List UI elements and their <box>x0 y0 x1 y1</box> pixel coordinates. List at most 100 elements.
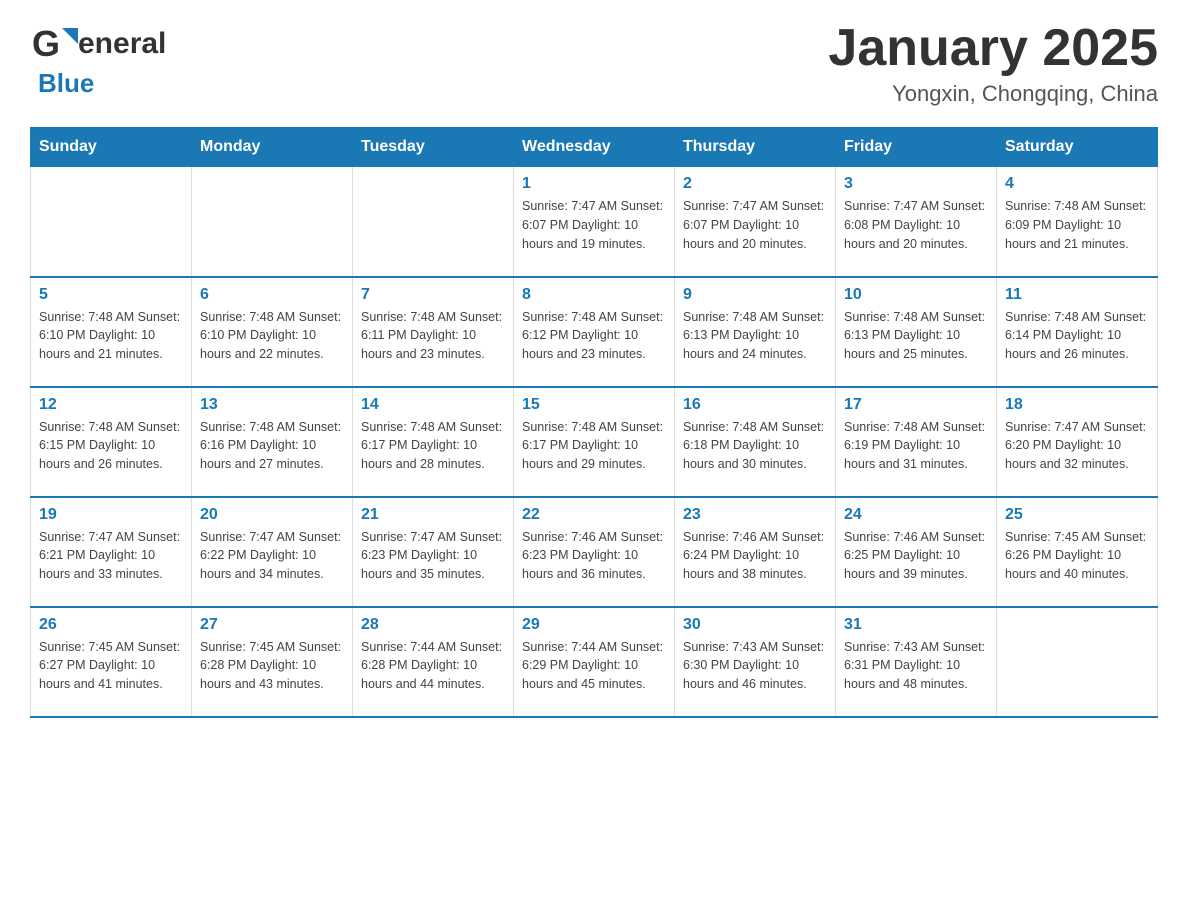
day-info: Sunrise: 7:47 AM Sunset: 6:08 PM Dayligh… <box>844 197 988 253</box>
day-number: 14 <box>361 396 505 414</box>
day-number: 26 <box>39 616 183 634</box>
calendar-cell <box>353 167 514 277</box>
calendar-cell: 6 Sunrise: 7:48 AM Sunset: 6:10 PM Daylig… <box>192 277 353 387</box>
calendar-cell: 20 Sunrise: 7:47 AM Sunset: 6:22 PM Dayli… <box>192 497 353 607</box>
week-row-1: 1 Sunrise: 7:47 AM Sunset: 6:07 PM Daylig… <box>31 167 1158 277</box>
week-row-3: 12Sunrise: 7:48 AM Sunset: 6:15 PM Dayli… <box>31 387 1158 497</box>
calendar-cell: 27 Sunrise: 7:45 AM Sunset: 6:28 PM Dayli… <box>192 607 353 717</box>
calendar-cell: 30 Sunrise: 7:43 AM Sunset: 6:30 PM Dayli… <box>675 607 836 717</box>
calendar-cell: 19 Sunrise: 7:47 AM Sunset: 6:21 PM Dayli… <box>31 497 192 607</box>
calendar-cell: 24Sunrise: 7:46 AM Sunset: 6:25 PM Dayli… <box>836 497 997 607</box>
calendar-cell: 15Sunrise: 7:48 AM Sunset: 6:17 PM Dayli… <box>514 387 675 497</box>
day-info: Sunrise: 7:48 AM Sunset: 6:12 PM Dayligh… <box>522 308 666 364</box>
day-number: 6 <box>200 286 344 304</box>
day-info: Sunrise: 7:45 AM Sunset: 6:27 PM Dayligh… <box>39 638 183 694</box>
day-number: 4 <box>1005 175 1149 193</box>
day-number: 9 <box>683 286 827 304</box>
day-info: Sunrise: 7:43 AM Sunset: 6:30 PM Dayligh… <box>683 638 827 694</box>
day-number: 2 <box>683 175 827 193</box>
day-number: 22 <box>522 506 666 524</box>
day-number: 12 <box>39 396 183 414</box>
header-cell-sunday: Sunday <box>31 128 192 167</box>
day-number: 16 <box>683 396 827 414</box>
day-info: Sunrise: 7:48 AM Sunset: 6:11 PM Dayligh… <box>361 308 505 364</box>
week-row-5: 26 Sunrise: 7:45 AM Sunset: 6:27 PM Dayli… <box>31 607 1158 717</box>
calendar-cell: 4 Sunrise: 7:48 AM Sunset: 6:09 PM Daylig… <box>997 167 1158 277</box>
calendar-cell: 9 Sunrise: 7:48 AM Sunset: 6:13 PM Daylig… <box>675 277 836 387</box>
svg-text:G: G <box>32 23 60 64</box>
day-number: 21 <box>361 506 505 524</box>
calendar-cell: 8 Sunrise: 7:48 AM Sunset: 6:12 PM Daylig… <box>514 277 675 387</box>
day-number: 29 <box>522 616 666 634</box>
calendar-cell: 28 Sunrise: 7:44 AM Sunset: 6:28 PM Dayli… <box>353 607 514 717</box>
day-info: Sunrise: 7:48 AM Sunset: 6:14 PM Dayligh… <box>1005 308 1149 364</box>
day-info: Sunrise: 7:48 AM Sunset: 6:10 PM Dayligh… <box>39 308 183 364</box>
logo: G eneral Blue <box>30 20 166 99</box>
calendar-cell: 12Sunrise: 7:48 AM Sunset: 6:15 PM Dayli… <box>31 387 192 497</box>
month-title: January 2025 <box>828 20 1158 77</box>
title-section: January 2025 Yongxin, Chongqing, China <box>828 20 1158 107</box>
day-info: Sunrise: 7:48 AM Sunset: 6:13 PM Dayligh… <box>683 308 827 364</box>
calendar-cell: 7 Sunrise: 7:48 AM Sunset: 6:11 PM Daylig… <box>353 277 514 387</box>
day-number: 11 <box>1005 286 1149 304</box>
day-info: Sunrise: 7:43 AM Sunset: 6:31 PM Dayligh… <box>844 638 988 694</box>
week-row-2: 5Sunrise: 7:48 AM Sunset: 6:10 PM Daylig… <box>31 277 1158 387</box>
header-cell-thursday: Thursday <box>675 128 836 167</box>
day-info: Sunrise: 7:45 AM Sunset: 6:28 PM Dayligh… <box>200 638 344 694</box>
calendar-cell: 16 Sunrise: 7:48 AM Sunset: 6:18 PM Dayli… <box>675 387 836 497</box>
day-number: 23 <box>683 506 827 524</box>
day-info: Sunrise: 7:48 AM Sunset: 6:09 PM Dayligh… <box>1005 197 1149 253</box>
day-info: Sunrise: 7:44 AM Sunset: 6:28 PM Dayligh… <box>361 638 505 694</box>
calendar-cell: 5Sunrise: 7:48 AM Sunset: 6:10 PM Daylig… <box>31 277 192 387</box>
location-title: Yongxin, Chongqing, China <box>828 81 1158 107</box>
calendar-cell <box>31 167 192 277</box>
day-number: 13 <box>200 396 344 414</box>
day-number: 20 <box>200 506 344 524</box>
calendar-cell: 29 Sunrise: 7:44 AM Sunset: 6:29 PM Dayli… <box>514 607 675 717</box>
calendar-header: SundayMondayTuesdayWednesdayThursdayFrid… <box>31 128 1158 167</box>
day-number: 18 <box>1005 396 1149 414</box>
day-number: 7 <box>361 286 505 304</box>
day-info: Sunrise: 7:44 AM Sunset: 6:29 PM Dayligh… <box>522 638 666 694</box>
day-info: Sunrise: 7:46 AM Sunset: 6:23 PM Dayligh… <box>522 528 666 584</box>
calendar-cell: 31 Sunrise: 7:43 AM Sunset: 6:31 PM Dayli… <box>836 607 997 717</box>
day-number: 30 <box>683 616 827 634</box>
day-info: Sunrise: 7:47 AM Sunset: 6:20 PM Dayligh… <box>1005 418 1149 474</box>
calendar-cell: 14 Sunrise: 7:48 AM Sunset: 6:17 PM Dayli… <box>353 387 514 497</box>
day-info: Sunrise: 7:48 AM Sunset: 6:16 PM Dayligh… <box>200 418 344 474</box>
day-number: 27 <box>200 616 344 634</box>
logo-text-general: eneral <box>78 27 166 61</box>
day-info: Sunrise: 7:48 AM Sunset: 6:17 PM Dayligh… <box>361 418 505 474</box>
day-info: Sunrise: 7:47 AM Sunset: 6:22 PM Dayligh… <box>200 528 344 584</box>
calendar-cell: 21Sunrise: 7:47 AM Sunset: 6:23 PM Dayli… <box>353 497 514 607</box>
calendar-cell: 17Sunrise: 7:48 AM Sunset: 6:19 PM Dayli… <box>836 387 997 497</box>
calendar-cell: 11 Sunrise: 7:48 AM Sunset: 6:14 PM Dayli… <box>997 277 1158 387</box>
week-row-4: 19 Sunrise: 7:47 AM Sunset: 6:21 PM Dayli… <box>31 497 1158 607</box>
calendar-cell: 22 Sunrise: 7:46 AM Sunset: 6:23 PM Dayli… <box>514 497 675 607</box>
day-number: 15 <box>522 396 666 414</box>
day-info: Sunrise: 7:48 AM Sunset: 6:18 PM Dayligh… <box>683 418 827 474</box>
day-info: Sunrise: 7:47 AM Sunset: 6:07 PM Dayligh… <box>683 197 827 253</box>
day-info: Sunrise: 7:45 AM Sunset: 6:26 PM Dayligh… <box>1005 528 1149 584</box>
calendar-cell: 10Sunrise: 7:48 AM Sunset: 6:13 PM Dayli… <box>836 277 997 387</box>
calendar-cell: 18 Sunrise: 7:47 AM Sunset: 6:20 PM Dayli… <box>997 387 1158 497</box>
calendar-cell: 1Sunrise: 7:47 AM Sunset: 6:07 PM Daylig… <box>514 167 675 277</box>
day-info: Sunrise: 7:48 AM Sunset: 6:13 PM Dayligh… <box>844 308 988 364</box>
page-header: G eneral Blue January 2025 Yongxin, Chon… <box>30 20 1158 107</box>
day-number: 1 <box>522 175 666 193</box>
header-cell-wednesday: Wednesday <box>514 128 675 167</box>
day-info: Sunrise: 7:47 AM Sunset: 6:21 PM Dayligh… <box>39 528 183 584</box>
calendar-cell: 23Sunrise: 7:46 AM Sunset: 6:24 PM Dayli… <box>675 497 836 607</box>
day-number: 31 <box>844 616 988 634</box>
calendar-cell: 13 Sunrise: 7:48 AM Sunset: 6:16 PM Dayli… <box>192 387 353 497</box>
calendar-cell <box>192 167 353 277</box>
day-number: 8 <box>522 286 666 304</box>
header-cell-friday: Friday <box>836 128 997 167</box>
day-number: 28 <box>361 616 505 634</box>
calendar-cell: 26 Sunrise: 7:45 AM Sunset: 6:27 PM Dayli… <box>31 607 192 717</box>
day-info: Sunrise: 7:48 AM Sunset: 6:10 PM Dayligh… <box>200 308 344 364</box>
calendar-cell: 3Sunrise: 7:47 AM Sunset: 6:08 PM Daylig… <box>836 167 997 277</box>
day-number: 19 <box>39 506 183 524</box>
calendar-body: 1 Sunrise: 7:47 AM Sunset: 6:07 PM Daylig… <box>31 167 1158 717</box>
day-number: 25 <box>1005 506 1149 524</box>
